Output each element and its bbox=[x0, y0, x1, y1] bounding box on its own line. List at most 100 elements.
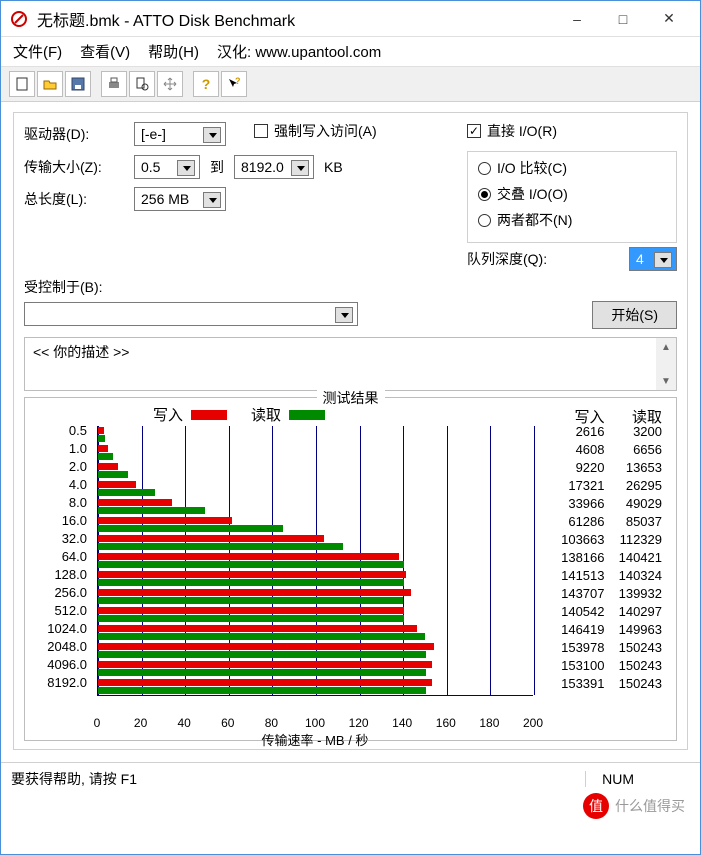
open-icon[interactable] bbox=[37, 71, 63, 97]
table-row: 922013653 bbox=[547, 460, 668, 478]
menu-hanhua: 汉化: www.upantool.com bbox=[217, 41, 381, 62]
x-tick: 180 bbox=[479, 716, 499, 730]
queue-depth-combo[interactable]: 4 bbox=[629, 247, 677, 271]
svg-text:?: ? bbox=[235, 77, 241, 86]
bar-read bbox=[98, 579, 404, 586]
x-tick: 140 bbox=[392, 716, 412, 730]
bar-write bbox=[98, 679, 432, 686]
y-tick: 16.0 bbox=[33, 512, 91, 530]
bar-read bbox=[98, 633, 425, 640]
radio-icon bbox=[478, 162, 491, 175]
maximize-button[interactable]: □ bbox=[600, 1, 646, 37]
table-row: 138166140421 bbox=[547, 550, 668, 568]
statusbar: 要获得帮助, 请按 F1 NUM bbox=[1, 762, 700, 795]
bar-read bbox=[98, 543, 343, 550]
bar-write bbox=[98, 463, 118, 470]
whats-this-icon[interactable]: ? bbox=[221, 71, 247, 97]
y-tick: 128.0 bbox=[33, 566, 91, 584]
bar-write bbox=[98, 427, 104, 434]
total-length-label: 总长度(L): bbox=[24, 189, 134, 209]
table-row: 141513140324 bbox=[547, 568, 668, 586]
menu-file[interactable]: 文件(F) bbox=[13, 41, 62, 62]
x-tick: 80 bbox=[265, 716, 278, 730]
y-tick: 1.0 bbox=[33, 440, 91, 458]
y-tick: 2048.0 bbox=[33, 638, 91, 656]
table-row: 143707139932 bbox=[547, 586, 668, 604]
menu-help[interactable]: 帮助(H) bbox=[148, 41, 199, 62]
bar-read bbox=[98, 687, 426, 694]
scroll-up-icon[interactable]: ▲ bbox=[656, 338, 676, 356]
table-row: 3396649029 bbox=[547, 496, 668, 514]
bar-write bbox=[98, 481, 136, 488]
size-from-combo[interactable]: 0.5 bbox=[134, 155, 200, 179]
x-tick: 160 bbox=[436, 716, 456, 730]
app-icon bbox=[9, 9, 29, 29]
y-tick: 4.0 bbox=[33, 476, 91, 494]
bar-read bbox=[98, 615, 404, 622]
checkbox-icon bbox=[254, 124, 268, 138]
bar-write bbox=[98, 499, 172, 506]
bar-write bbox=[98, 661, 432, 668]
force-write-checkbox[interactable]: 强制写入访问(A) bbox=[254, 121, 377, 141]
status-num: NUM bbox=[585, 771, 650, 787]
table-row: 140542140297 bbox=[547, 604, 668, 622]
y-tick: 1024.0 bbox=[33, 620, 91, 638]
bar-read bbox=[98, 489, 155, 496]
minimize-button[interactable]: – bbox=[554, 1, 600, 37]
x-tick: 200 bbox=[523, 716, 543, 730]
y-tick: 64.0 bbox=[33, 548, 91, 566]
y-tick: 512.0 bbox=[33, 602, 91, 620]
drive-combo[interactable]: [-e-] bbox=[134, 122, 226, 146]
x-tick: 20 bbox=[134, 716, 147, 730]
save-icon[interactable] bbox=[65, 71, 91, 97]
window-title: 无标题.bmk - ATTO Disk Benchmark bbox=[37, 7, 554, 31]
x-tick: 60 bbox=[221, 716, 234, 730]
legend-read: 读取 bbox=[251, 404, 325, 425]
neither-radio[interactable]: 两者都不(N) bbox=[478, 210, 572, 230]
overlap-io-radio[interactable]: 交叠 I/O(O) bbox=[478, 184, 568, 204]
y-tick: 0.5 bbox=[33, 422, 91, 440]
controlled-by-combo[interactable] bbox=[24, 302, 358, 326]
scrollbar[interactable]: ▲ ▼ bbox=[656, 338, 676, 390]
start-button[interactable]: 开始(S) bbox=[592, 301, 677, 329]
bar-write bbox=[98, 535, 324, 542]
y-tick: 8.0 bbox=[33, 494, 91, 512]
titlebar: 无标题.bmk - ATTO Disk Benchmark – □ ✕ bbox=[1, 1, 700, 37]
size-to-combo[interactable]: 8192.0 bbox=[234, 155, 314, 179]
io-compare-radio[interactable]: I/O 比较(C) bbox=[478, 158, 567, 178]
table-row: 26163200 bbox=[547, 424, 668, 442]
table-row: 6128685037 bbox=[547, 514, 668, 532]
bar-write bbox=[98, 625, 417, 632]
controlled-by-label: 受控制于(B): bbox=[24, 277, 677, 297]
help-icon[interactable]: ? bbox=[193, 71, 219, 97]
bar-read bbox=[98, 453, 113, 460]
toolbar: ? ? bbox=[1, 67, 700, 102]
bar-read bbox=[98, 471, 128, 478]
table-row: 153100150243 bbox=[547, 658, 668, 676]
menu-view[interactable]: 查看(V) bbox=[80, 41, 130, 62]
y-tick: 2.0 bbox=[33, 458, 91, 476]
print-icon[interactable] bbox=[101, 71, 127, 97]
radio-icon bbox=[478, 188, 491, 201]
x-tick: 120 bbox=[349, 716, 369, 730]
move-icon[interactable] bbox=[157, 71, 183, 97]
new-icon[interactable] bbox=[9, 71, 35, 97]
direct-io-checkbox[interactable]: ✓ 直接 I/O(R) bbox=[467, 121, 557, 141]
y-tick: 32.0 bbox=[33, 530, 91, 548]
x-tick: 40 bbox=[178, 716, 191, 730]
total-length-combo[interactable]: 256 MB bbox=[134, 187, 226, 211]
checkbox-icon: ✓ bbox=[467, 124, 481, 138]
bar-read bbox=[98, 435, 105, 442]
x-tick: 100 bbox=[305, 716, 325, 730]
table-row: 1732126295 bbox=[547, 478, 668, 496]
bar-read bbox=[98, 561, 404, 568]
close-button[interactable]: ✕ bbox=[646, 1, 692, 37]
preview-icon[interactable] bbox=[129, 71, 155, 97]
description-textarea[interactable]: << 你的描述 >> ▲ ▼ bbox=[24, 337, 677, 391]
watermark: 值 什么值得买 bbox=[583, 793, 685, 819]
scroll-down-icon[interactable]: ▼ bbox=[656, 372, 676, 390]
bar-read bbox=[98, 507, 205, 514]
table-row: 153391150243 bbox=[547, 676, 668, 694]
bar-write bbox=[98, 607, 404, 614]
col-write: 写入 bbox=[553, 406, 611, 424]
